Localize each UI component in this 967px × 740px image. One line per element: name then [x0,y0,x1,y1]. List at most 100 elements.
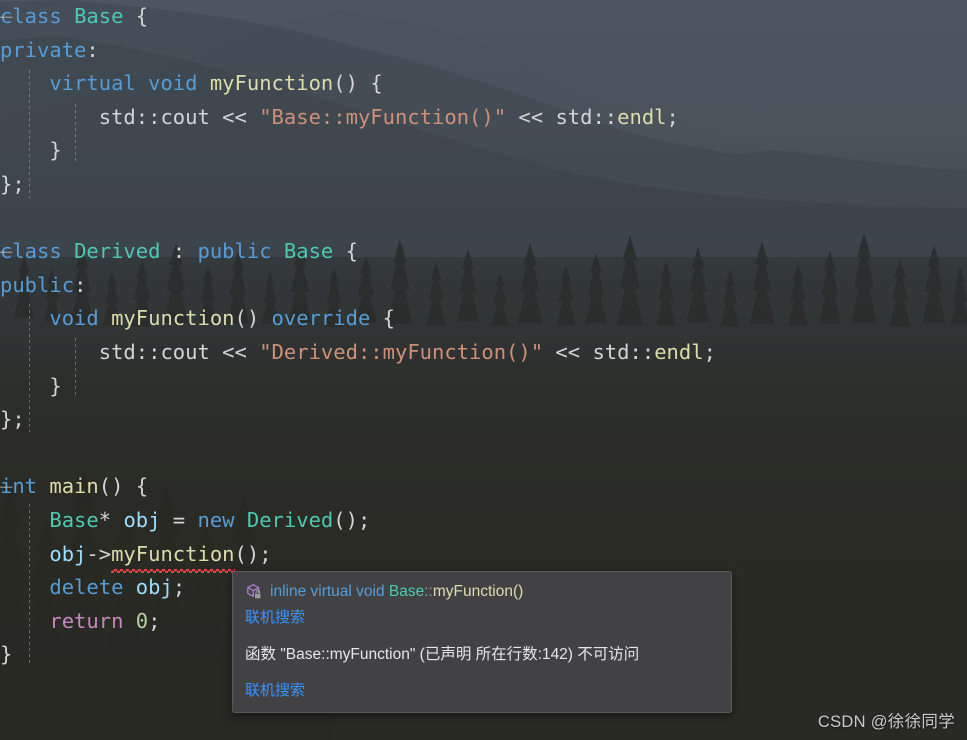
tooltip-signature-token: myFunction() [432,583,524,600]
code-token: std [98,339,136,364]
code-token: ; [703,339,716,364]
code-token: std [592,339,630,364]
code-token: (); [234,541,272,566]
code-line[interactable]: public: [0,269,967,303]
code-token: public [0,272,75,297]
code-token: "Base::myFunction()" [259,104,507,129]
hover-tooltip-card[interactable]: inline virtual void Base::myFunction() 联… [232,571,732,713]
indent-guide-3 [29,304,30,432]
code-token: public [197,239,272,264]
code-token: Base [283,239,334,264]
code-token: :: [592,104,618,129]
code-token: () { [333,71,383,96]
code-token: }; [0,407,25,432]
code-line[interactable]: }; [0,168,967,202]
tooltip-signature-token: :: [424,583,433,600]
code-token: ; [148,608,161,633]
code-token: delete [49,575,124,600]
code-line[interactable]: } [0,370,967,404]
code-token: << [209,339,260,364]
code-token: :: [629,339,655,364]
code-line[interactable]: – class Derived : public Base { [0,235,967,269]
code-token: private [0,37,87,62]
fold-chevron-icon[interactable]: – [0,0,12,34]
code-token: = [160,507,198,532]
code-token: }; [0,171,25,196]
code-line[interactable]: Base* obj = new Derived(); [0,504,967,538]
code-line[interactable]: – int main() { [0,470,967,504]
code-line[interactable]: std::cout << "Base::myFunction()" << std… [0,101,967,135]
code-token: << [543,339,593,364]
code-line[interactable]: private: [0,34,967,68]
code-token: std [98,104,136,129]
code-token: "Derived::myFunction()" [259,339,544,364]
code-token-error: myFunction [111,538,235,573]
fold-chevron-icon[interactable]: – [0,235,12,269]
csdn-watermark: CSDN @徐徐同学 [817,713,955,731]
code-token: } [49,138,62,163]
code-token: : [86,37,99,62]
code-token: : [160,239,198,264]
indent-guide-2 [75,104,76,164]
fold-chevron-icon[interactable]: – [0,470,12,504]
code-token: obj [135,575,173,600]
code-line[interactable]: }; [0,403,967,437]
lock-icon [254,589,262,600]
code-token: virtual [49,71,136,96]
code-token: () { [98,474,149,499]
tooltip-error-message: 函数 "Base::myFunction" (已声明 所在行数:142) 不可访… [245,646,640,663]
tooltip-signature-row: inline virtual void Base::myFunction() [245,581,719,603]
code-token: Base [74,4,124,28]
code-token: } [0,642,13,667]
tooltip-online-search-link-2[interactable]: 联机搜索 [245,680,305,702]
method-cube-icon [245,583,263,601]
code-token: myFunction [111,306,235,331]
code-token: obj [49,541,87,566]
code-token: return [49,608,124,633]
tooltip-separator [245,637,719,638]
code-token: ; [172,575,186,600]
code-token: :: [135,339,161,364]
code-line[interactable]: std::cout << "Derived::myFunction()" << … [0,336,967,370]
tooltip-signature-token: inline virtual void [270,583,389,600]
code-line[interactable]: obj->myFunction(); [0,538,967,573]
code-token: :: [135,104,161,129]
code-token: 0 [135,608,149,633]
code-token: Base [49,507,99,532]
code-line[interactable]: – class Base { [0,0,967,34]
code-line[interactable]: } [0,134,967,168]
code-line[interactable]: virtual void myFunction() { [0,67,967,101]
code-line[interactable] [0,437,967,471]
code-token: void [49,306,99,331]
code-line[interactable] [0,202,967,236]
code-token: new [197,507,235,532]
code-token: -> [86,541,112,566]
code-token: << [209,104,260,129]
code-token: { [370,306,395,331]
code-token: (); [333,507,371,532]
code-token: myFunction [209,71,334,96]
code-token: Derived [74,239,161,264]
code-token: Derived [246,507,334,532]
code-token: cout [160,104,210,129]
code-line[interactable]: void myFunction() override { [0,302,967,336]
tooltip-signature-text: inline virtual void Base::myFunction() [270,581,523,603]
code-token: endl [654,339,704,364]
indent-guide-1 [29,70,30,198]
code-token: * [98,507,124,532]
code-token: : [74,272,87,297]
tooltip-online-search-link-1[interactable]: 联机搜索 [245,607,305,629]
